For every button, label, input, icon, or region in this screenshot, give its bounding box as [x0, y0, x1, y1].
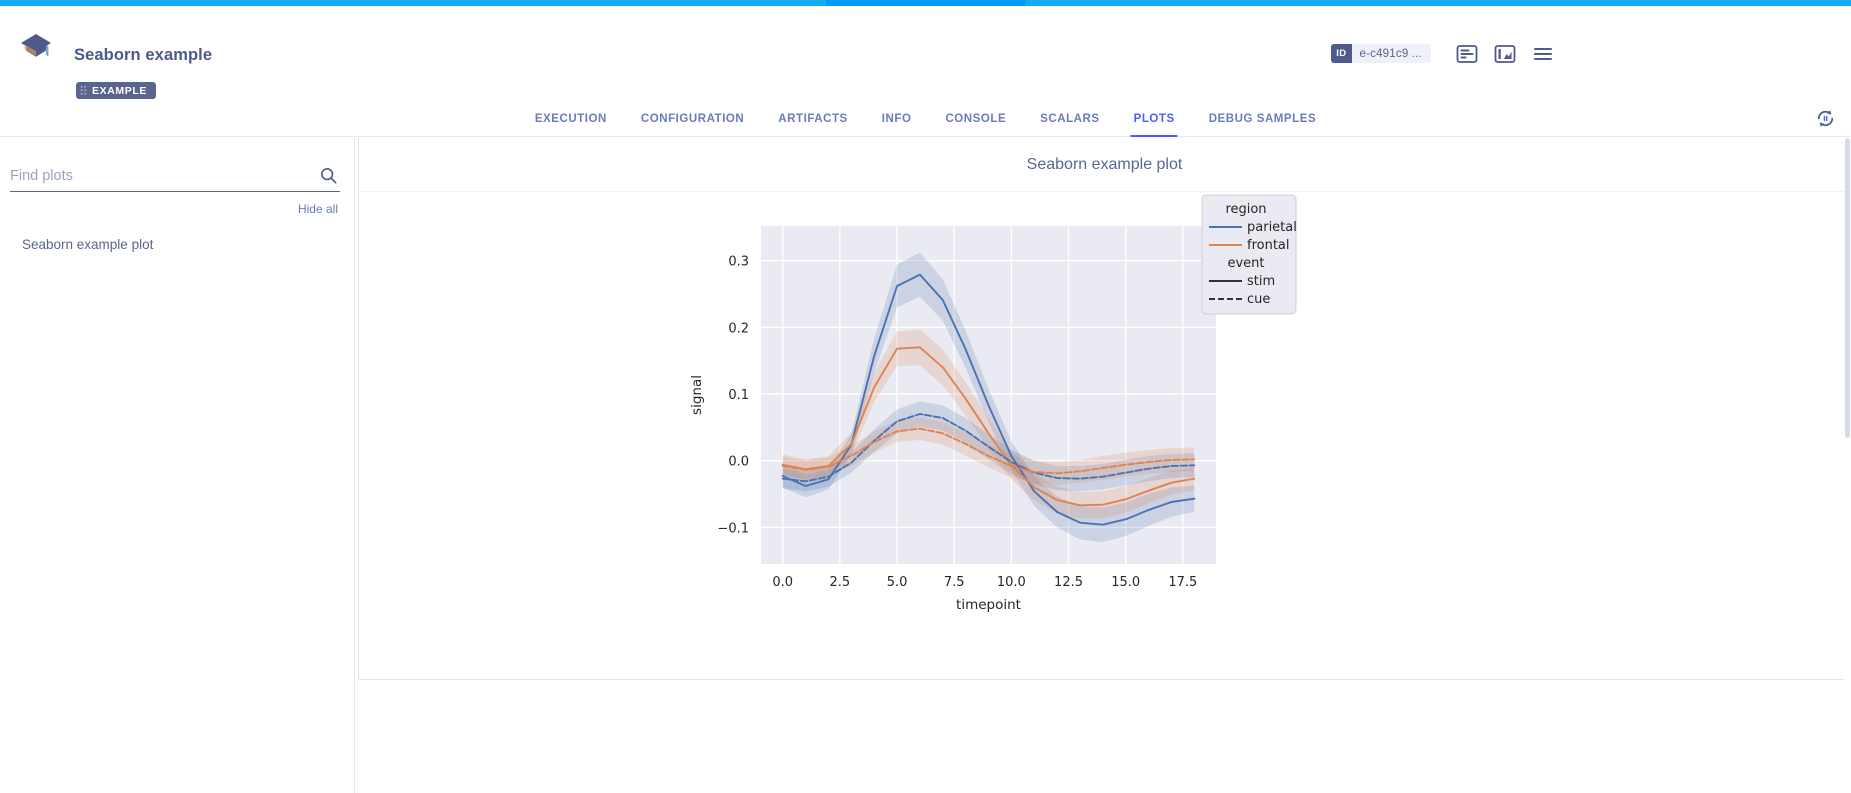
tag-label: EXAMPLE: [92, 84, 147, 97]
status-tag-example[interactable]: EXAMPLE: [76, 82, 156, 99]
legend-group-title: region: [1225, 202, 1266, 217]
x-tick-label: 10.0: [997, 575, 1026, 590]
auto-refresh-paused-icon[interactable]: [1814, 107, 1837, 130]
experiment-id-badge[interactable]: ID e-c491c9 ...: [1331, 44, 1431, 63]
tab-list: EXECUTION CONFIGURATION ARTIFACTS INFO C…: [518, 100, 1333, 137]
tab-plots[interactable]: PLOTS: [1117, 100, 1192, 137]
layout-panel-icon[interactable]: [1493, 42, 1517, 66]
main-content: Seaborn example plot untitled 02/plot im…: [356, 138, 1851, 793]
search-input[interactable]: [10, 162, 300, 190]
plot-list: Seaborn example plot: [0, 228, 355, 261]
compare-experiments-icon[interactable]: [1455, 42, 1479, 66]
y-tick-label: 0.3: [728, 255, 749, 270]
tab-scalars[interactable]: SCALARS: [1023, 100, 1116, 137]
plots-sidebar: Hide all Seaborn example plot: [0, 138, 355, 793]
id-badge-key: ID: [1331, 44, 1352, 63]
id-badge-value: e-c491c9 ...: [1359, 47, 1422, 60]
tab-info[interactable]: INFO: [865, 100, 929, 137]
search-field-wrapper: [10, 162, 340, 192]
tab-debug-samples[interactable]: DEBUG SAMPLES: [1192, 100, 1333, 137]
seaborn-lineplot[interactable]: 0.0 2.5 5.0 7.5 10.0 12.5 15.0 17.5 0.3 0.2 0.1 0.0…: [359, 192, 1851, 679]
plot-card-header: Seaborn example plot: [359, 138, 1850, 192]
y-axis-label: signal: [689, 375, 705, 415]
tab-console[interactable]: CONSOLE: [928, 100, 1023, 137]
x-tick-label: 12.5: [1054, 575, 1083, 590]
x-tick-label: 0.0: [772, 575, 793, 590]
tab-execution[interactable]: EXECUTION: [518, 100, 624, 137]
legend-label-frontal: frontal: [1247, 238, 1290, 253]
figure-wrapper: untitled 02/plot image 0.02.55.07.510.01…: [359, 192, 1850, 679]
hide-all-button[interactable]: Hide all: [298, 202, 338, 216]
x-tick-label: 15.0: [1111, 575, 1140, 590]
vertical-scrollbar[interactable]: [1844, 138, 1851, 793]
x-tick-label: 17.5: [1168, 575, 1197, 590]
drag-handle-dots-icon: [80, 85, 87, 96]
legend-label-cue: cue: [1247, 292, 1270, 307]
y-tick-label: −0.1: [717, 521, 749, 536]
plot-card: Seaborn example plot untitled 02/plot im…: [358, 138, 1850, 680]
y-tick-label: 0.0: [728, 455, 749, 470]
tab-artifacts[interactable]: ARTIFACTS: [761, 100, 864, 137]
list-item[interactable]: Seaborn example plot: [0, 228, 355, 261]
main-nav: EXECUTION CONFIGURATION ARTIFACTS INFO C…: [0, 100, 1851, 137]
x-axis-label: timepoint: [956, 597, 1021, 613]
legend-label-parietal: parietal: [1247, 220, 1297, 235]
y-tick-label: 0.2: [728, 321, 749, 336]
legend-group-title: event: [1227, 256, 1264, 271]
page-title: Seaborn example: [74, 46, 213, 64]
hamburger-menu-icon[interactable]: [1531, 42, 1555, 66]
status-badge: COMPLETED: [885, 8, 966, 20]
tab-configuration[interactable]: CONFIGURATION: [624, 100, 761, 137]
y-tick-label: 0.1: [728, 388, 749, 403]
scrollbar-thumb[interactable]: [1845, 138, 1850, 438]
x-tick-label: 2.5: [830, 575, 851, 590]
search-icon[interactable]: [319, 166, 338, 185]
legend-label-stim: stim: [1247, 274, 1275, 289]
graduation-cap-logo-icon: [21, 34, 51, 57]
x-tick-label: 7.5: [944, 575, 965, 590]
plot-card-title: Seaborn example plot: [1026, 155, 1183, 173]
x-tick-label: 5.0: [887, 575, 908, 590]
